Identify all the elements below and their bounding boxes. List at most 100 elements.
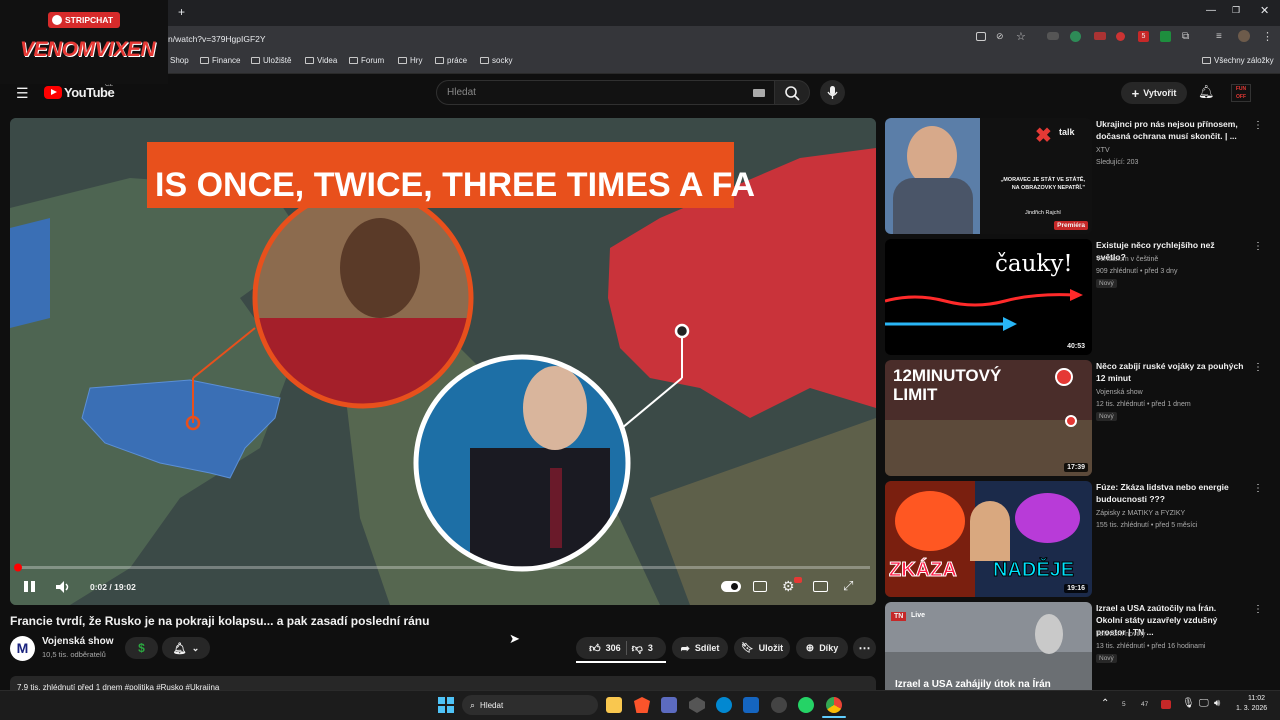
recommendation-title[interactable]: Něco zabíjí ruské vojáky za pouhých 12 m… (1096, 360, 1244, 384)
channel-avatar[interactable]: M (10, 636, 35, 661)
youtube-logo-icon[interactable] (44, 86, 62, 99)
thumbnail[interactable]: TN Live Izrael a USA zahájily útok na Ír… (885, 602, 1092, 690)
bookmark-socky[interactable]: socky (480, 56, 512, 65)
bookmark-prace[interactable]: práce (435, 56, 467, 65)
folder-icon (349, 57, 358, 64)
microphone-tray-icon[interactable]: 🎙︎ (1182, 698, 1195, 709)
voice-search-button[interactable] (820, 80, 845, 105)
more-actions-button[interactable]: ⋯ (853, 637, 876, 659)
autoplay-toggle[interactable] (721, 581, 741, 592)
clock-date[interactable]: 1. 3. 2026 (1236, 705, 1267, 712)
miniplayer-icon[interactable] (813, 581, 828, 592)
thumbnail[interactable]: čauky! 40:53 (885, 239, 1092, 355)
bookmark-finance[interactable]: Finance (200, 56, 240, 65)
keyboard-icon[interactable] (753, 89, 765, 97)
search-input[interactable]: Hledat (436, 80, 776, 105)
tray-chevron-icon[interactable]: ⌃ (1101, 698, 1109, 709)
recommendation-channel[interactable]: Veritasium v češtině (1096, 254, 1158, 265)
progress-scrubber[interactable] (14, 563, 22, 572)
extension-icon[interactable] (1094, 32, 1106, 40)
steam-icon[interactable] (771, 697, 787, 713)
subtitles-icon[interactable] (753, 581, 767, 592)
more-options-icon[interactable]: ⋮ (1253, 362, 1263, 373)
share-button[interactable]: ➦ Sdílet (672, 637, 728, 659)
recommendation-channel[interactable]: Televizní noviny (1096, 629, 1145, 640)
thumbnail[interactable]: ✖ talk „MORAVEC JE STÁT VE STÁTĚ, NA OBR… (885, 118, 1092, 234)
dislike-count[interactable]: 3 (648, 643, 653, 653)
app-icon[interactable] (743, 697, 759, 713)
recommendation-meta: 155 tis. zhlédnutí • před 5 měsíci (1096, 522, 1198, 529)
thumbs-down-icon[interactable]: 👎︎ (632, 642, 643, 655)
puzzle-icon[interactable]: ⧉ (1182, 31, 1189, 42)
minimize-icon[interactable]: — (1206, 5, 1216, 16)
recommendation-channel[interactable]: Vojenská show (1096, 387, 1143, 398)
settings-gear-icon[interactable]: ⚙ (782, 578, 795, 595)
thumbnail[interactable]: 12MINUTOVÝ LIMIT 17:39 (885, 360, 1092, 476)
tray-counter[interactable]: 5 (1122, 701, 1126, 708)
video-player[interactable]: IS ONCE, TWICE, THREE TIMES A FA (10, 118, 876, 605)
maximize-icon[interactable]: ❐ (1232, 5, 1240, 16)
pause-icon[interactable] (24, 581, 28, 592)
whatsapp-icon[interactable] (798, 697, 814, 713)
more-options-icon[interactable]: ⋮ (1253, 120, 1263, 131)
join-dollar-button[interactable]: $ (125, 637, 158, 659)
bookmark-videa[interactable]: Videa (305, 56, 337, 65)
hamburger-menu-icon[interactable]: ☰ (16, 85, 29, 102)
install-icon[interactable] (976, 32, 986, 41)
clock-time[interactable]: 11:02 (1248, 695, 1265, 702)
account-avatar[interactable]: FUN OFF (1231, 84, 1251, 102)
extension-icon[interactable] (1116, 32, 1125, 41)
like-count[interactable]: 306 (606, 643, 621, 653)
close-window-icon[interactable]: ✕ (1260, 4, 1269, 17)
recommendation-title[interactable]: Fúze: Zkáza lidstva nebo energie budoucn… (1096, 481, 1244, 505)
menu-dots-icon[interactable]: ⋮ (1262, 30, 1273, 43)
thumbs-up-icon[interactable]: 👍︎ (589, 642, 601, 655)
search-button[interactable] (774, 80, 810, 105)
volume-tray-icon[interactable]: 🔊︎ (1214, 698, 1220, 709)
all-bookmarks[interactable]: Všechny záložky (1202, 56, 1274, 65)
chrome-icon[interactable] (826, 697, 842, 713)
calculator-icon[interactable] (661, 697, 677, 713)
search-icon (785, 86, 800, 101)
taskbar-search[interactable]: ⌕ Hledat (462, 695, 598, 715)
star-icon[interactable]: ☆ (1016, 30, 1026, 43)
profile-avatar[interactable] (1238, 30, 1250, 42)
eye-off-icon[interactable]: ⊘ (996, 31, 1004, 42)
extension-icon[interactable] (1160, 31, 1171, 42)
windows-start-icon[interactable] (438, 697, 454, 713)
recommendation-channel[interactable]: XTV (1096, 145, 1110, 156)
tab-search-icon[interactable]: ≡ (1216, 31, 1222, 42)
more-options-icon[interactable]: ⋮ (1253, 241, 1263, 252)
file-explorer-icon[interactable] (606, 697, 622, 713)
bookmark-uloziste[interactable]: Uložiště (251, 56, 291, 65)
progress-track[interactable] (16, 566, 870, 569)
create-button[interactable]: + Vytvořit (1121, 82, 1187, 104)
recommendation-title[interactable]: Ukrajinci pro nás nejsou přínosem, dočas… (1096, 118, 1244, 142)
fullscreen-icon[interactable]: ⤢ (843, 578, 853, 594)
more-options-icon[interactable]: ⋮ (1253, 483, 1263, 494)
extension-icon[interactable] (1070, 31, 1081, 42)
thumb-left-text: ZKÁZA (889, 559, 958, 582)
thumbnail[interactable]: ZKÁZA NADĚJE 19:16 (885, 481, 1092, 597)
recommendation-channel[interactable]: Zápisky z MATIKY a FYZIKY (1096, 508, 1185, 519)
notifications-bell-icon[interactable]: 🔔︎ (1198, 84, 1215, 100)
edge-icon[interactable] (716, 697, 732, 713)
new-tab-button[interactable]: + (178, 5, 185, 19)
save-button[interactable]: 🔖︎ Uložit (734, 637, 790, 659)
subscriber-count: 10,5 tis. odběratelů (42, 650, 106, 659)
thanks-button[interactable]: ⊕ Díky (796, 637, 848, 659)
new-badge: Nový (1096, 279, 1117, 288)
bookmark-shop[interactable]: Shop (170, 56, 189, 65)
tray-counter[interactable]: 47 (1141, 701, 1148, 708)
extension-icon[interactable] (1047, 32, 1059, 40)
more-options-icon[interactable]: ⋮ (1253, 604, 1263, 615)
volume-icon[interactable] (54, 579, 72, 595)
network-icon[interactable]: 🖵︎ (1199, 698, 1209, 709)
subscription-bell-button[interactable]: 🔔︎ ⌄ (162, 637, 210, 659)
bookmark-forum[interactable]: Forum (349, 56, 384, 65)
bookmark-hry[interactable]: Hry (398, 56, 422, 65)
channel-name[interactable]: Vojenská show (42, 636, 114, 647)
extension-badge[interactable]: 5 (1138, 31, 1149, 42)
tray-app-icon[interactable] (1161, 700, 1171, 709)
url-text[interactable]: n/watch?v=379HgpIGF2Y (168, 34, 266, 44)
